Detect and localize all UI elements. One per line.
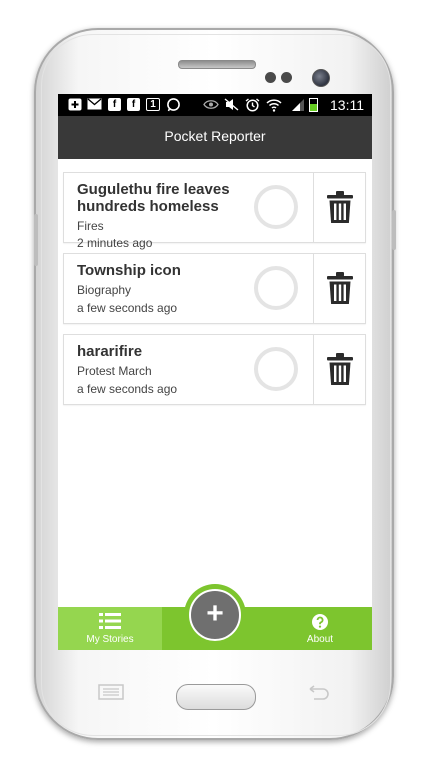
- story-title: hararifire: [77, 343, 143, 360]
- story-category: Protest March: [77, 364, 152, 378]
- battery-icon: [309, 98, 318, 112]
- tab-my-stories-label: My Stories: [86, 634, 134, 645]
- home-button[interactable]: [176, 684, 256, 710]
- story-title: Township icon: [77, 262, 181, 279]
- story-time: 2 minutes ago: [77, 236, 153, 250]
- status-bar: f f 1 13:11: [58, 94, 372, 116]
- app-bar: Pocket Reporter: [58, 116, 372, 159]
- whatsapp-icon: [166, 98, 181, 112]
- delete-story-button[interactable]: [313, 173, 365, 242]
- facebook-icon: f: [127, 98, 140, 111]
- mail-icon: [87, 98, 102, 111]
- light-sensor: [281, 72, 292, 83]
- screen: f f 1 13:11 Pocket Reporter Gugulethu fi…: [58, 94, 372, 650]
- alarm-icon: [245, 98, 260, 112]
- delete-story-button[interactable]: [313, 335, 365, 404]
- app-title: Pocket Reporter: [164, 128, 266, 144]
- upload-progress-ring: [254, 347, 298, 391]
- story-card[interactable]: Gugulethu fire leaves hundreds homeless …: [63, 172, 366, 250]
- add-story-button[interactable]: +: [189, 589, 241, 641]
- calendar-icon: 1: [146, 98, 160, 111]
- trash-icon: [327, 353, 353, 385]
- signal-icon: [291, 98, 305, 112]
- facebook-icon: f: [108, 98, 121, 111]
- story-time: a few seconds ago: [77, 382, 178, 396]
- earpiece-speaker: [178, 60, 256, 69]
- story-title: Gugulethu fire leaves hundreds homeless: [77, 181, 230, 215]
- delete-story-button[interactable]: [313, 254, 365, 323]
- mute-icon: [224, 98, 239, 111]
- help-icon: [312, 614, 328, 630]
- menu-key-icon[interactable]: [98, 684, 124, 700]
- list-icon: [99, 613, 121, 629]
- front-camera: [312, 69, 330, 87]
- plus-box-icon: [68, 98, 82, 111]
- trash-icon: [327, 272, 353, 304]
- story-time: a few seconds ago: [77, 301, 178, 315]
- proximity-sensor: [265, 72, 276, 83]
- tab-my-stories[interactable]: My Stories: [58, 607, 162, 650]
- clock: 13:11: [330, 97, 364, 113]
- upload-progress-ring: [254, 185, 298, 229]
- story-category: Biography: [77, 283, 132, 297]
- plus-icon: +: [206, 597, 224, 630]
- add-story-button-ring: +: [184, 584, 246, 646]
- volume-button: [34, 214, 38, 266]
- story-card[interactable]: hararifire Protest March a few seconds a…: [63, 334, 366, 405]
- upload-progress-ring: [254, 266, 298, 310]
- tab-about[interactable]: About: [268, 607, 372, 650]
- story-card[interactable]: Township icon Biography a few seconds ag…: [63, 253, 366, 324]
- story-category: Fires: [77, 219, 104, 233]
- back-key-icon[interactable]: [306, 684, 332, 700]
- wifi-icon: [266, 98, 282, 112]
- power-button: [392, 210, 396, 250]
- tab-about-label: About: [306, 634, 334, 645]
- trash-icon: [327, 191, 353, 223]
- eye-icon: [203, 98, 219, 111]
